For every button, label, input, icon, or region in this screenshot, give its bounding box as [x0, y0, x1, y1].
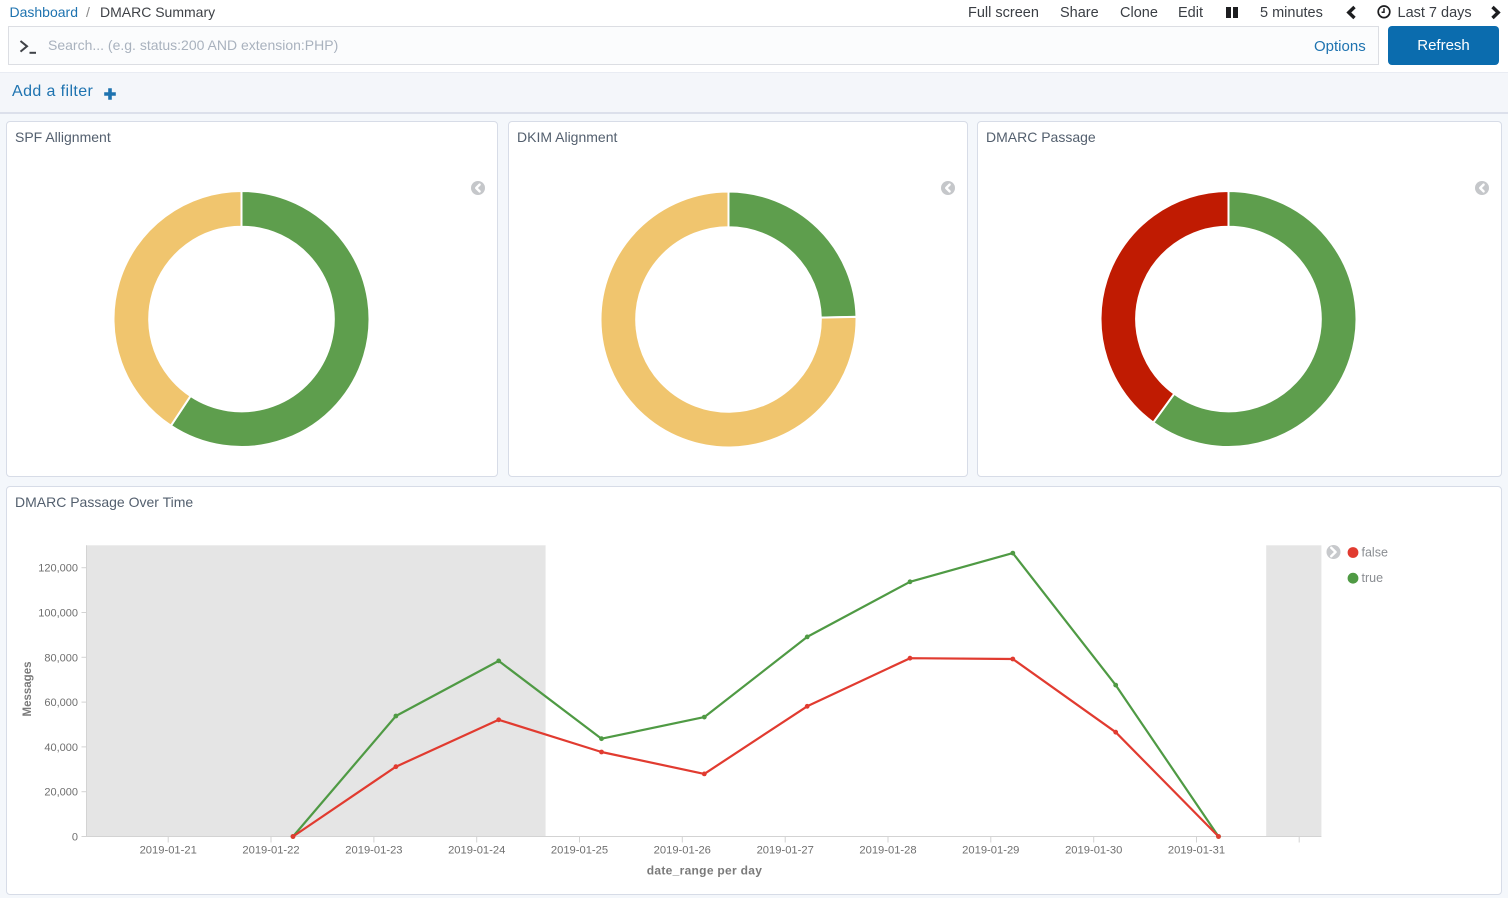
svg-text:2019-01-29: 2019-01-29	[962, 845, 1019, 857]
svg-text:2019-01-30: 2019-01-30	[1065, 845, 1122, 857]
svg-text:2019-01-25: 2019-01-25	[551, 845, 608, 857]
svg-text:2019-01-22: 2019-01-22	[242, 845, 299, 857]
svg-text:2019-01-24: 2019-01-24	[448, 845, 505, 857]
svg-text:120,000: 120,000	[38, 563, 78, 575]
svg-text:40,000: 40,000	[44, 742, 78, 754]
svg-text:date_range per day: date_range per day	[647, 864, 762, 878]
svg-text:60,000: 60,000	[44, 697, 78, 709]
svg-text:2019-01-27: 2019-01-27	[757, 845, 814, 857]
svg-text:2019-01-26: 2019-01-26	[654, 845, 711, 857]
svg-text:2019-01-28: 2019-01-28	[859, 845, 916, 857]
svg-text:2019-01-31: 2019-01-31	[1168, 845, 1225, 857]
svg-text:Messages: Messages	[22, 662, 34, 717]
svg-text:100,000: 100,000	[38, 608, 78, 620]
svg-text:false: false	[1362, 546, 1388, 560]
svg-text:80,000: 80,000	[44, 652, 78, 664]
svg-text:20,000: 20,000	[44, 787, 78, 799]
svg-text:2019-01-23: 2019-01-23	[345, 845, 402, 857]
svg-text:true: true	[1362, 571, 1384, 585]
svg-text:2019-01-21: 2019-01-21	[140, 845, 197, 857]
svg-text:0: 0	[72, 832, 78, 844]
